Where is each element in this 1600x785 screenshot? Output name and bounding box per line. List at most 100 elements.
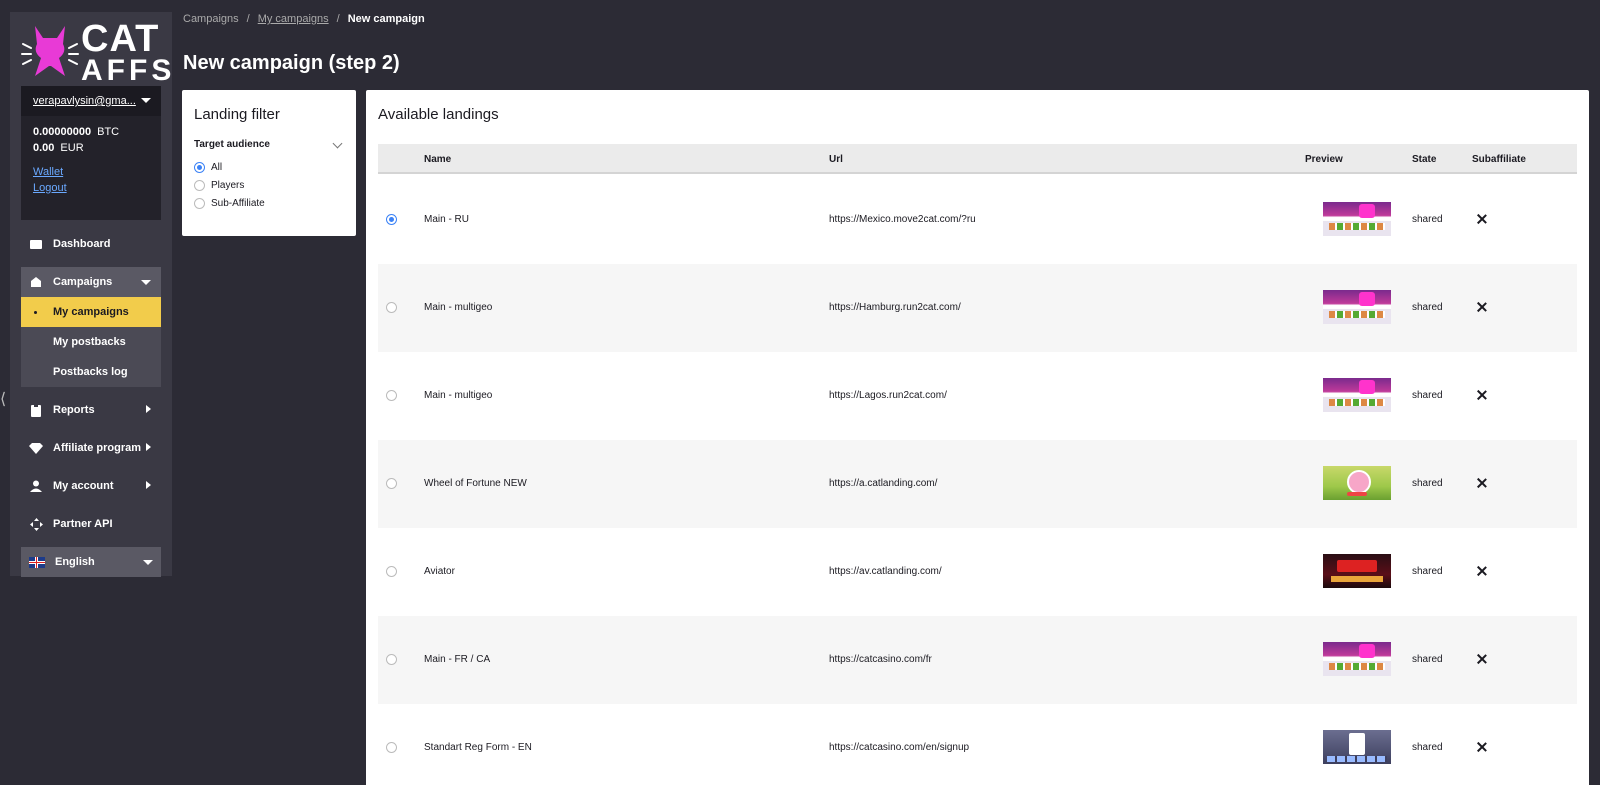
table-row[interactable]: Main - RU https://Mexico.move2cat.com/?r… <box>378 176 1577 264</box>
target-audience-label: Target audience <box>194 139 270 150</box>
filter-option-sub-affiliate[interactable]: Sub-Affiliate <box>194 194 344 212</box>
table-row[interactable]: Aviator https://av.catlanding.com/ share… <box>378 528 1577 616</box>
breadcrumb-my-campaigns[interactable]: My campaigns <box>258 13 329 25</box>
landing-name: Main - RU <box>424 214 470 225</box>
breadcrumb-separator: / <box>336 13 340 25</box>
landing-url: https://Lagos.run2cat.com/ <box>829 390 947 401</box>
column-subaffiliate: Subaffiliate <box>1472 154 1526 165</box>
column-url: Url <box>829 154 843 165</box>
balance-btc-currency: BTC <box>97 126 120 138</box>
user-menu-toggle[interactable]: verapavlysin@gma... <box>21 86 161 116</box>
wheel-preview-thumbnail[interactable] <box>1323 466 1391 500</box>
nav-my-postbacks[interactable]: My postbacks <box>21 327 161 357</box>
casino-preview-thumbnail[interactable] <box>1323 378 1391 412</box>
clipboard-icon <box>29 403 43 417</box>
landing-name: Wheel of Fortune NEW <box>424 478 527 489</box>
row-select-radio[interactable] <box>386 654 397 665</box>
close-icon <box>1477 654 1487 664</box>
chevron-down-icon <box>141 280 151 285</box>
row-select-radio[interactable] <box>386 214 397 225</box>
landing-name: Standart Reg Form - EN <box>424 742 532 753</box>
chevron-down-icon <box>143 560 153 565</box>
close-icon <box>1477 478 1487 488</box>
table-row[interactable]: Main - FR / CA https://catcasino.com/fr … <box>378 616 1577 704</box>
balance-eur: 0.00 EUR <box>33 140 149 156</box>
nav-postbacks-log[interactable]: Postbacks log <box>21 357 161 387</box>
nav-dashboard-label: Dashboard <box>53 238 111 250</box>
table-row[interactable]: Standart Reg Form - EN https://catcasino… <box>378 704 1577 785</box>
landing-url: https://catcasino.com/en/signup <box>829 742 970 753</box>
language-selector[interactable]: English <box>21 547 161 577</box>
radio-all[interactable] <box>194 161 205 173</box>
regform-preview-thumbnail[interactable] <box>1323 730 1391 764</box>
cat-affs-logo[interactable]: CAT AFFS <box>21 20 171 90</box>
user-icon <box>29 479 43 493</box>
uk-flag-icon <box>29 556 45 568</box>
row-select-radio[interactable] <box>386 390 397 401</box>
user-email: verapavlysin@gma... <box>33 95 136 107</box>
logout-link[interactable]: Logout <box>33 180 149 196</box>
table-header: Name Url Preview State Subaffiliate <box>378 144 1577 174</box>
main-nav: Dashboard Campaigns My campaigns My post… <box>21 229 161 577</box>
casino-preview-thumbnail[interactable] <box>1323 290 1391 324</box>
chevron-down-icon <box>141 98 151 103</box>
row-select-radio[interactable] <box>386 478 397 489</box>
row-select-radio[interactable] <box>386 742 397 753</box>
logo-text: CAT AFFS <box>81 20 176 87</box>
nav-my-campaigns[interactable]: My campaigns <box>21 297 161 327</box>
cat-logo-icon <box>21 26 79 76</box>
nav-campaigns-label: Campaigns <box>53 276 113 288</box>
chevron-down-icon <box>332 138 343 148</box>
filter-option-players[interactable]: Players <box>194 176 344 194</box>
column-name: Name <box>424 154 452 165</box>
landing-url: https://a.catlanding.com/ <box>829 478 938 489</box>
nav-campaigns[interactable]: Campaigns <box>21 267 161 297</box>
landing-name: Aviator <box>424 566 455 577</box>
api-icon <box>29 517 43 531</box>
campaigns-submenu: My campaigns My postbacks Postbacks log <box>21 297 161 387</box>
sidebar: CAT AFFS verapavlysin@gma... 0.00000000 B… <box>10 12 172 577</box>
nav-reports-label: Reports <box>53 404 95 416</box>
breadcrumb-separator: / <box>246 13 250 25</box>
landing-url: https://Hamburg.run2cat.com/ <box>829 302 961 313</box>
nav-dashboard[interactable]: Dashboard <box>21 229 161 259</box>
landing-name: Main - multigeo <box>424 302 493 313</box>
user-links: Wallet Logout <box>21 156 161 196</box>
close-icon <box>1477 214 1487 224</box>
nav-affiliate-program-label: Affiliate program <box>53 442 142 454</box>
campaigns-icon <box>29 275 43 289</box>
logo-line-2: AFFS <box>81 54 176 87</box>
balance-eur-amount: 0.00 <box>33 142 55 154</box>
balance-btc: 0.00000000 BTC <box>33 124 149 140</box>
sidebar-collapse-handle[interactable]: ⟨ <box>0 390 8 410</box>
nav-my-account[interactable]: My account <box>21 471 161 501</box>
balances: 0.00000000 BTC 0.00 EUR <box>21 116 161 156</box>
column-preview: Preview <box>1305 154 1343 165</box>
nav-reports[interactable]: Reports <box>21 395 161 425</box>
row-select-radio[interactable] <box>386 566 397 577</box>
breadcrumb-root[interactable]: Campaigns <box>183 13 239 25</box>
target-audience-toggle[interactable]: Target audience <box>194 138 344 150</box>
landing-state: shared <box>1412 478 1443 489</box>
casino-preview-thumbnail[interactable] <box>1323 642 1391 676</box>
close-icon <box>1477 742 1487 752</box>
aviator-preview-thumbnail[interactable] <box>1323 554 1391 588</box>
wallet-link[interactable]: Wallet <box>33 164 149 180</box>
close-icon <box>1477 566 1487 576</box>
nav-partner-api[interactable]: Partner API <box>21 509 161 539</box>
radio-sub-affiliate[interactable] <box>194 197 205 209</box>
landing-name: Main - FR / CA <box>424 654 491 665</box>
landing-state: shared <box>1412 302 1443 313</box>
row-select-radio[interactable] <box>386 302 397 313</box>
casino-preview-thumbnail[interactable] <box>1323 202 1391 236</box>
column-state: State <box>1412 154 1437 165</box>
radio-players[interactable] <box>194 179 205 191</box>
landing-filter-title: Landing filter <box>194 106 280 123</box>
filter-option-label: All <box>211 161 223 173</box>
table-row[interactable]: Main - multigeo https://Lagos.run2cat.co… <box>378 352 1577 440</box>
table-row[interactable]: Wheel of Fortune NEW https://a.catlandin… <box>378 440 1577 528</box>
table-row[interactable]: Main - multigeo https://Hamburg.run2cat.… <box>378 264 1577 352</box>
filter-option-all[interactable]: All <box>194 158 344 176</box>
nav-affiliate-program[interactable]: Affiliate program <box>21 433 161 463</box>
landing-state: shared <box>1412 566 1443 577</box>
